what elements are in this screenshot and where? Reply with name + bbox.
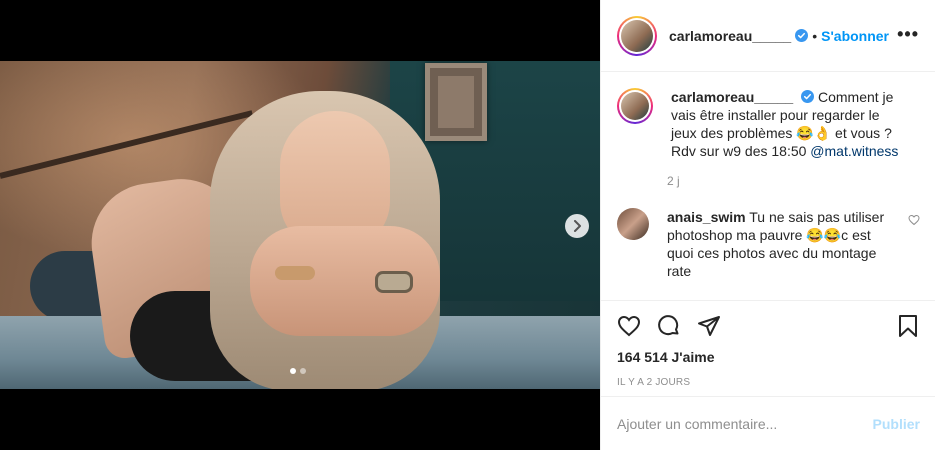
- post-photo[interactable]: [0, 61, 600, 389]
- verified-badge-icon: [801, 90, 815, 103]
- chevron-right-icon: [574, 220, 581, 232]
- carousel-dot: [300, 368, 306, 374]
- post-modal: carlamoreau_____ • S'abonner ••• carlamo…: [0, 0, 935, 450]
- photo-wall-frame: [425, 63, 487, 141]
- caption-text-block: carlamoreau_____ Comment je vais être in…: [671, 88, 901, 160]
- comment-username[interactable]: anais_swim: [667, 209, 746, 225]
- share-icon[interactable]: [697, 314, 721, 338]
- comment-item: anais_swim Tu ne sais pas utiliser photo…: [617, 208, 920, 280]
- post-time-ago[interactable]: IL Y A 2 JOURS: [617, 377, 920, 388]
- header-avatar[interactable]: [617, 15, 657, 56]
- action-icons-row: [617, 313, 920, 339]
- comment-icon[interactable]: [657, 314, 681, 338]
- carousel-dots: [290, 368, 306, 374]
- caption-mention[interactable]: @mat.witness: [810, 143, 898, 159]
- comment-like-heart-icon[interactable]: [908, 214, 920, 226]
- photo-watch: [375, 271, 413, 293]
- comment-input[interactable]: [617, 416, 873, 432]
- caption-username[interactable]: carlamoreau_____: [671, 89, 793, 105]
- carousel-next-button[interactable]: [565, 214, 589, 238]
- bookmark-icon[interactable]: [896, 314, 920, 338]
- post-actions: 164 514 J'aime IL Y A 2 JOURS Publier: [601, 300, 935, 450]
- header-username[interactable]: carlamoreau_____: [669, 28, 791, 44]
- likes-count[interactable]: 164 514 J'aime: [617, 349, 920, 365]
- caption-comment: carlamoreau_____ Comment je vais être in…: [617, 88, 920, 160]
- media-area: [0, 0, 600, 450]
- more-options-icon[interactable]: •••: [897, 24, 919, 45]
- publish-button[interactable]: Publier: [873, 416, 920, 432]
- follow-button[interactable]: S'abonner: [821, 28, 889, 44]
- verified-badge-icon: [795, 29, 809, 42]
- header-separator: •: [812, 27, 818, 44]
- post-header: carlamoreau_____ • S'abonner •••: [601, 0, 935, 72]
- caption-time[interactable]: 2 j: [667, 174, 920, 188]
- avatar-image: [621, 92, 649, 120]
- comments-list: carlamoreau_____ Comment je vais être in…: [601, 72, 935, 300]
- avatar-image: [621, 19, 653, 52]
- comment-avatar[interactable]: [617, 208, 649, 240]
- heart-icon[interactable]: [617, 314, 641, 338]
- photo-bracelet: [275, 266, 315, 280]
- post-side-panel: carlamoreau_____ • S'abonner ••• carlamo…: [600, 0, 935, 450]
- carousel-dot-active: [290, 368, 296, 374]
- caption-avatar[interactable]: [617, 88, 653, 124]
- add-comment-bar: Publier: [601, 396, 935, 450]
- comment-text-block: anais_swim Tu ne sais pas utiliser photo…: [667, 208, 897, 280]
